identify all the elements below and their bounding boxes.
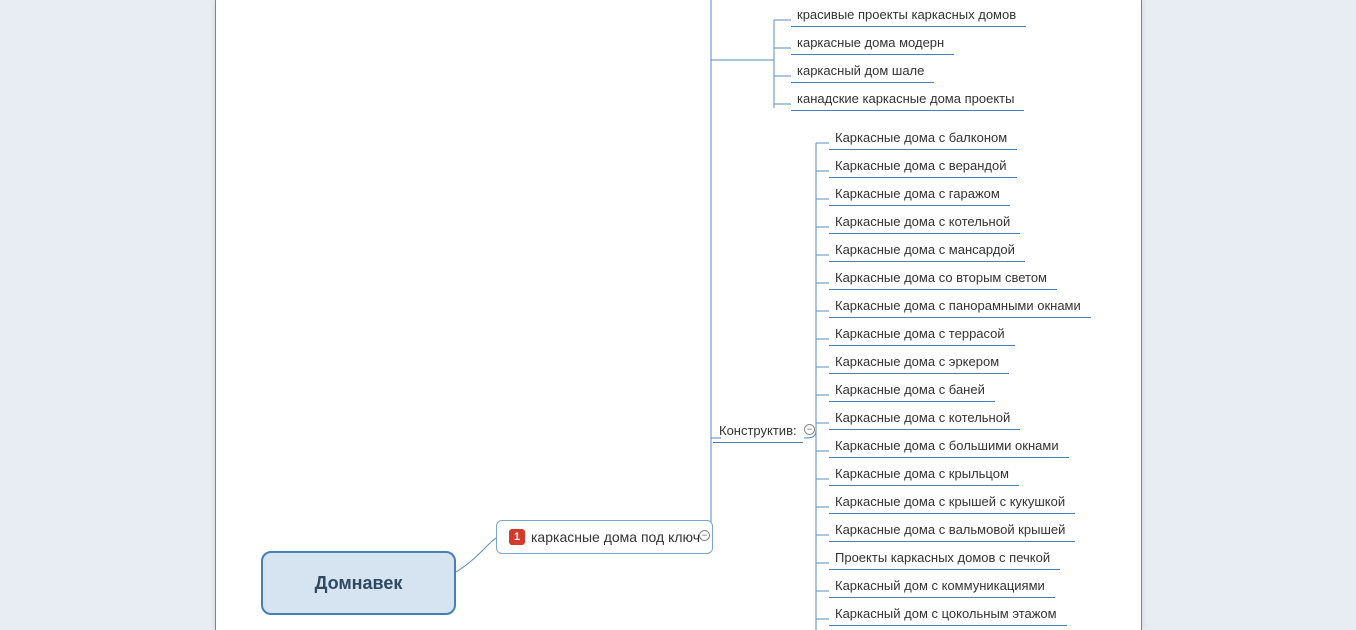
leaf-node[interactable]: Каркасные дома с панорамными окнами (829, 296, 1091, 318)
leaf-node[interactable]: канадские каркасные дома проекты (791, 89, 1024, 111)
main-node[interactable]: 1 каркасные дома под ключ (496, 520, 713, 554)
leaf-node[interactable]: Каркасные дома с гаражом (829, 184, 1010, 206)
leaf-node[interactable]: Проекты каркасных домов с печкой (829, 548, 1060, 570)
leaf-node[interactable]: Каркасные дома с мансардой (829, 240, 1025, 262)
leaf-node[interactable]: красивые проекты каркасных домов (791, 5, 1026, 27)
leaf-node[interactable]: каркасные дома модерн (791, 33, 954, 55)
collapse-toggle[interactable]: − (804, 424, 815, 435)
category-label: Конструктив: (719, 423, 797, 438)
leaf-node[interactable]: Каркасные дома с котельной (829, 212, 1020, 234)
leaf-node[interactable]: Каркасный дом с коммуникациями (829, 576, 1055, 598)
leaf-node[interactable]: Каркасные дома с котельной (829, 408, 1020, 430)
leaf-node[interactable]: Каркасные дома с балконом (829, 128, 1017, 150)
leaf-node[interactable]: Каркасные дома с крыльцом (829, 464, 1019, 486)
priority-badge: 1 (509, 529, 525, 545)
leaf-node[interactable]: Каркасные дома со вторым светом (829, 268, 1057, 290)
leaf-node[interactable]: Каркасные дома с баней (829, 380, 995, 402)
collapse-toggle[interactable]: − (699, 530, 710, 541)
root-node[interactable]: Домнавек (261, 551, 456, 615)
leaf-node[interactable]: Каркасные дома с большими окнами (829, 436, 1069, 458)
mindmap-canvas[interactable]: Домнавек 1 каркасные дома под ключ − кра… (215, 0, 1142, 630)
main-node-label: каркасные дома под ключ (531, 529, 700, 545)
leaf-node[interactable]: Каркасные дома с террасой (829, 324, 1015, 346)
leaf-node[interactable]: Каркасные дома с вальмовой крышей (829, 520, 1075, 542)
root-label: Домнавек (315, 573, 403, 594)
leaf-node[interactable]: Каркасные дома с верандой (829, 156, 1017, 178)
leaf-node[interactable]: Каркасные дома с эркером (829, 352, 1009, 374)
leaf-node[interactable]: Каркасные дома с крышей с кукушкой (829, 492, 1075, 514)
leaf-node[interactable]: Каркасный дом с цокольным этажом (829, 604, 1067, 626)
category-node[interactable]: Конструктив: (713, 419, 803, 443)
leaf-node[interactable]: каркасный дом шале (791, 61, 934, 83)
